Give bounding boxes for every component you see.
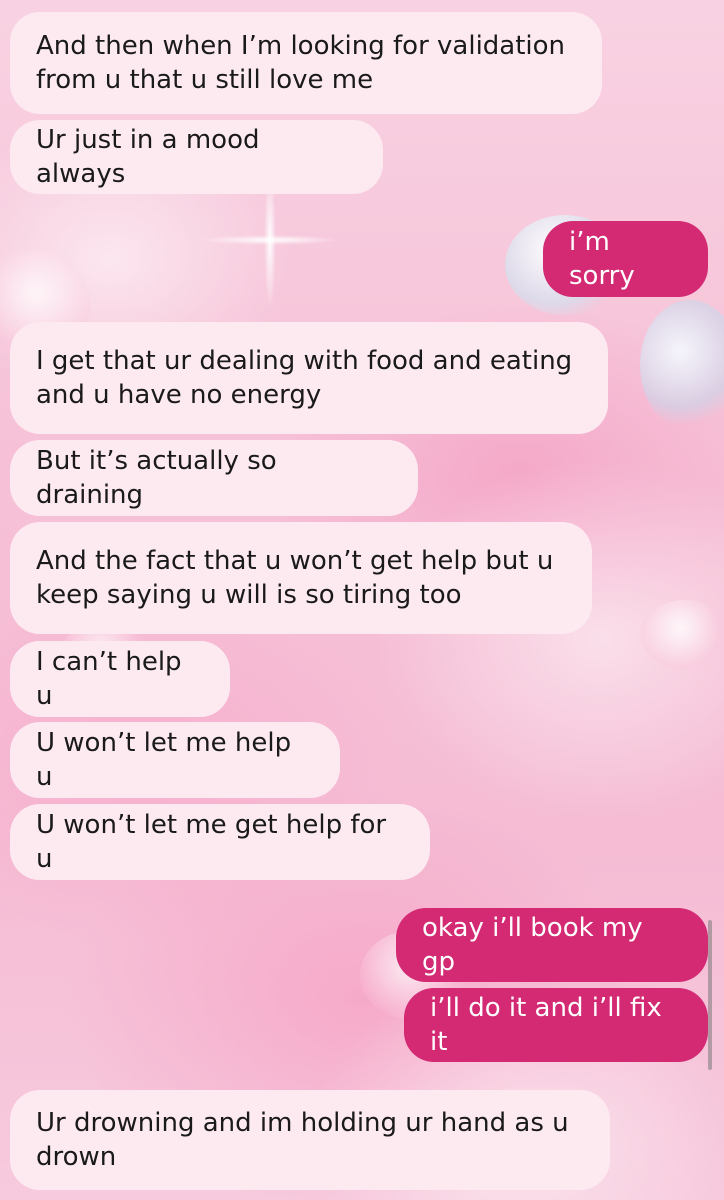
outgoing-message-bubble[interactable]: i’m sorry xyxy=(543,221,708,297)
message-thread: And then when I’m looking for validation… xyxy=(0,0,724,1200)
incoming-message-bubble[interactable]: Ur drowning and im holding ur hand as u … xyxy=(10,1090,610,1190)
incoming-message-bubble[interactable]: And the fact that u won’t get help but u… xyxy=(10,522,592,634)
outgoing-message-bubble[interactable]: i’ll do it and i’ll fix it xyxy=(404,988,708,1062)
incoming-message-bubble[interactable]: But it’s actually so draining xyxy=(10,440,418,516)
incoming-message-bubble[interactable]: And then when I’m looking for validation… xyxy=(10,12,602,114)
outgoing-message-bubble[interactable]: okay i’ll book my gp xyxy=(396,908,708,982)
incoming-message-bubble[interactable]: U won’t let me help u xyxy=(10,722,340,798)
incoming-message-bubble[interactable]: U won’t let me get help for u xyxy=(10,804,430,880)
scrollbar-thumb[interactable] xyxy=(708,920,712,1070)
incoming-message-bubble[interactable]: I get that ur dealing with food and eati… xyxy=(10,322,608,434)
incoming-message-bubble[interactable]: Ur just in a mood always xyxy=(10,120,383,194)
incoming-message-bubble[interactable]: I can’t help u xyxy=(10,641,230,717)
